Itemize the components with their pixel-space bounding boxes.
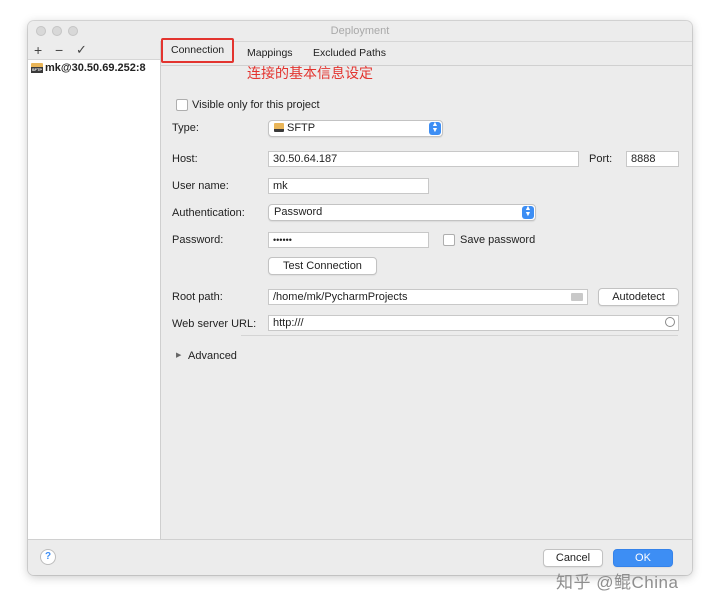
web-server-url-label: Web server URL: — [172, 318, 257, 330]
settings-pane: Connection Mappings Excluded Paths 连接的基本… — [161, 38, 692, 539]
cancel-button[interactable]: Cancel — [543, 549, 603, 567]
add-server-button[interactable]: + — [34, 41, 42, 59]
host-input[interactable]: 30.50.64.187 — [268, 151, 579, 167]
chevron-updown-icon: ▲ ▼ — [522, 205, 534, 219]
tab-connection[interactable]: Connection — [161, 38, 235, 63]
password-label: Password: — [172, 234, 224, 246]
server-list: SFTP mk@30.50.69.252:8 — [28, 60, 160, 554]
authentication-select[interactable]: Password ▲ ▼ — [268, 204, 536, 221]
visible-only-label: Visible only for this project — [192, 99, 320, 111]
ok-button[interactable]: OK — [613, 549, 673, 567]
type-value: SFTP — [287, 122, 316, 134]
globe-icon[interactable] — [665, 317, 675, 327]
username-label: User name: — [172, 180, 229, 192]
type-label: Type: — [172, 122, 199, 134]
root-path-value: /home/mk/PycharmProjects — [273, 291, 408, 303]
help-button[interactable]: ? — [40, 549, 56, 565]
web-server-url-input[interactable]: http:/// — [268, 315, 679, 331]
autodetect-button[interactable]: Autodetect — [598, 288, 679, 306]
remove-server-button[interactable]: − — [55, 41, 63, 59]
set-default-check-button[interactable]: ✓ — [76, 41, 87, 59]
visible-only-checkbox[interactable] — [176, 99, 188, 111]
server-name: mk@30.50.69.252:8 — [45, 62, 146, 74]
port-input[interactable]: 8888 — [626, 151, 679, 167]
authentication-label: Authentication: — [172, 207, 245, 219]
root-path-label: Root path: — [172, 291, 223, 303]
host-label: Host: — [172, 153, 198, 165]
authentication-value: Password — [274, 206, 323, 218]
advanced-separator — [241, 335, 678, 336]
folder-icon[interactable] — [571, 293, 583, 301]
disclosure-triangle-icon[interactable]: ▶ — [176, 352, 181, 360]
port-label: Port: — [589, 153, 613, 165]
username-input[interactable]: mk — [268, 178, 429, 194]
tab-mappings[interactable]: Mappings — [247, 41, 293, 65]
deployment-dialog: Deployment + − ✓ SFTP mk@30.50.69.252:8 … — [28, 21, 692, 575]
window-title: Deployment — [330, 25, 390, 37]
tab-bar: Connection Mappings Excluded Paths — [161, 38, 692, 66]
web-server-url-value: http:/// — [273, 317, 304, 329]
root-path-input[interactable]: /home/mk/PycharmProjects — [268, 289, 588, 305]
advanced-toggle[interactable]: Advanced — [188, 347, 237, 365]
title-bar: Deployment — [28, 21, 692, 42]
type-select[interactable]: SFTP ▲ ▼ — [268, 120, 443, 137]
server-list-item[interactable]: SFTP mk@30.50.69.252:8 — [28, 60, 160, 76]
save-password-label: Save password — [460, 234, 536, 246]
save-password-checkbox[interactable] — [443, 234, 455, 246]
watermark-text: 知乎 @鲲China — [556, 573, 679, 592]
sftp-icon — [274, 123, 284, 132]
server-list-pane: + − ✓ SFTP mk@30.50.69.252:8 — [28, 41, 161, 554]
sftp-icon: SFTP — [31, 63, 43, 73]
annotation-text: 连接的基本信息设定 — [247, 65, 373, 81]
chevron-updown-icon: ▲ ▼ — [429, 121, 441, 135]
password-input[interactable]: •••••• — [268, 232, 429, 248]
server-toolbar: + − ✓ — [28, 41, 160, 60]
tab-excluded-paths[interactable]: Excluded Paths — [313, 41, 386, 65]
test-connection-button[interactable]: Test Connection — [268, 257, 377, 275]
